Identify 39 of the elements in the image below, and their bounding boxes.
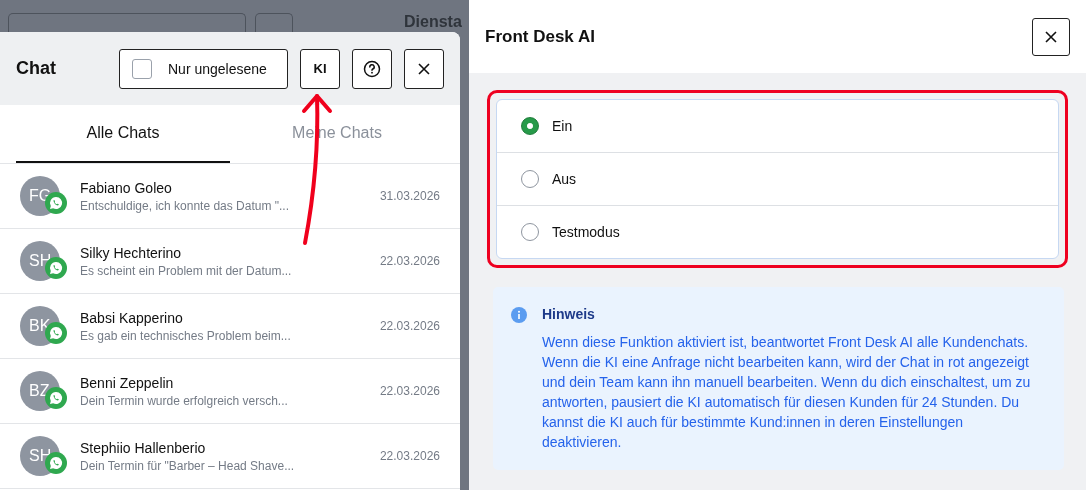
notice-text: Wenn diese Funktion aktiviert ist, beantwortet Front Desk AI alle Kundenchats. Wenn die KI eine Anfrage nicht bearbeiten kann, wird der Chat in rot angezeigt und dein Team kann ihn manuell bearbeiten. Wenn du dich einschaltest, um zu antworten, pausiert die KI automatisch für diesen Kunden für 24 Stunden. Du kannst die KI auch für bestimmte Kund:innen in deren Einstellungen deaktivieren. xyxy=(542,333,1032,452)
contact-name: Stephiio Hallenberio xyxy=(80,439,207,456)
message-preview: Dein Termin wurde erfolgreich versch... xyxy=(80,393,289,408)
checkbox[interactable] xyxy=(132,58,152,79)
contact-name: Benni Zeppelin xyxy=(80,374,175,391)
ai-button[interactable]: KI xyxy=(300,48,340,89)
conversation-item[interactable]: BK Babsi Kapperino Es gab ein technisches Problem beim... 22.03.2026 xyxy=(0,294,460,359)
notice-title: Hinweis xyxy=(542,306,596,322)
message-date: 22.03.2026 xyxy=(379,319,440,333)
contact-name: Silky Hechterino xyxy=(80,244,183,261)
message-date: 22.03.2026 xyxy=(379,384,440,398)
chat-tab[interactable]: Alle Chats xyxy=(16,105,230,163)
page-heading: Diensta xyxy=(404,13,462,31)
message-date: 31.03.2026 xyxy=(379,189,440,203)
close-icon xyxy=(1044,29,1058,44)
close-button[interactable] xyxy=(1032,17,1070,56)
contact-name: Fabiano Goleo xyxy=(80,179,173,196)
message-date: 22.03.2026 xyxy=(379,449,440,463)
close-icon xyxy=(417,61,431,76)
message-preview: Es gab ein technisches Problem beim... xyxy=(80,328,292,343)
help-icon xyxy=(363,59,381,78)
info-icon xyxy=(511,307,527,323)
radio-option[interactable]: Testmodus xyxy=(497,206,1058,258)
radio-option[interactable]: Ein xyxy=(497,100,1058,153)
panel-title: Front Desk AI xyxy=(485,26,595,47)
conversation-item[interactable]: BZ Benni Zeppelin Dein Termin wurde erfolgreich versch... 22.03.2026 xyxy=(0,359,460,424)
contact-name: Babsi Kapperino xyxy=(80,309,184,326)
unread-filter[interactable]: Nur ungelesene xyxy=(119,48,288,89)
chat-title: Chat xyxy=(16,58,56,79)
message-preview: Es scheint ein Problem mit der Datum... xyxy=(80,263,293,278)
message-preview: Dein Termin für "Barber – Head Shave... xyxy=(80,458,296,473)
radio-button[interactable] xyxy=(521,223,539,241)
radio-button[interactable] xyxy=(521,170,539,188)
close-button[interactable] xyxy=(404,48,444,89)
radio-button[interactable] xyxy=(521,117,539,135)
radio-option[interactable]: Aus xyxy=(497,153,1058,206)
message-preview: Entschuldige, ich konnte das Datum "... xyxy=(80,198,291,213)
message-date: 22.03.2026 xyxy=(379,254,440,268)
help-button[interactable] xyxy=(352,48,392,89)
